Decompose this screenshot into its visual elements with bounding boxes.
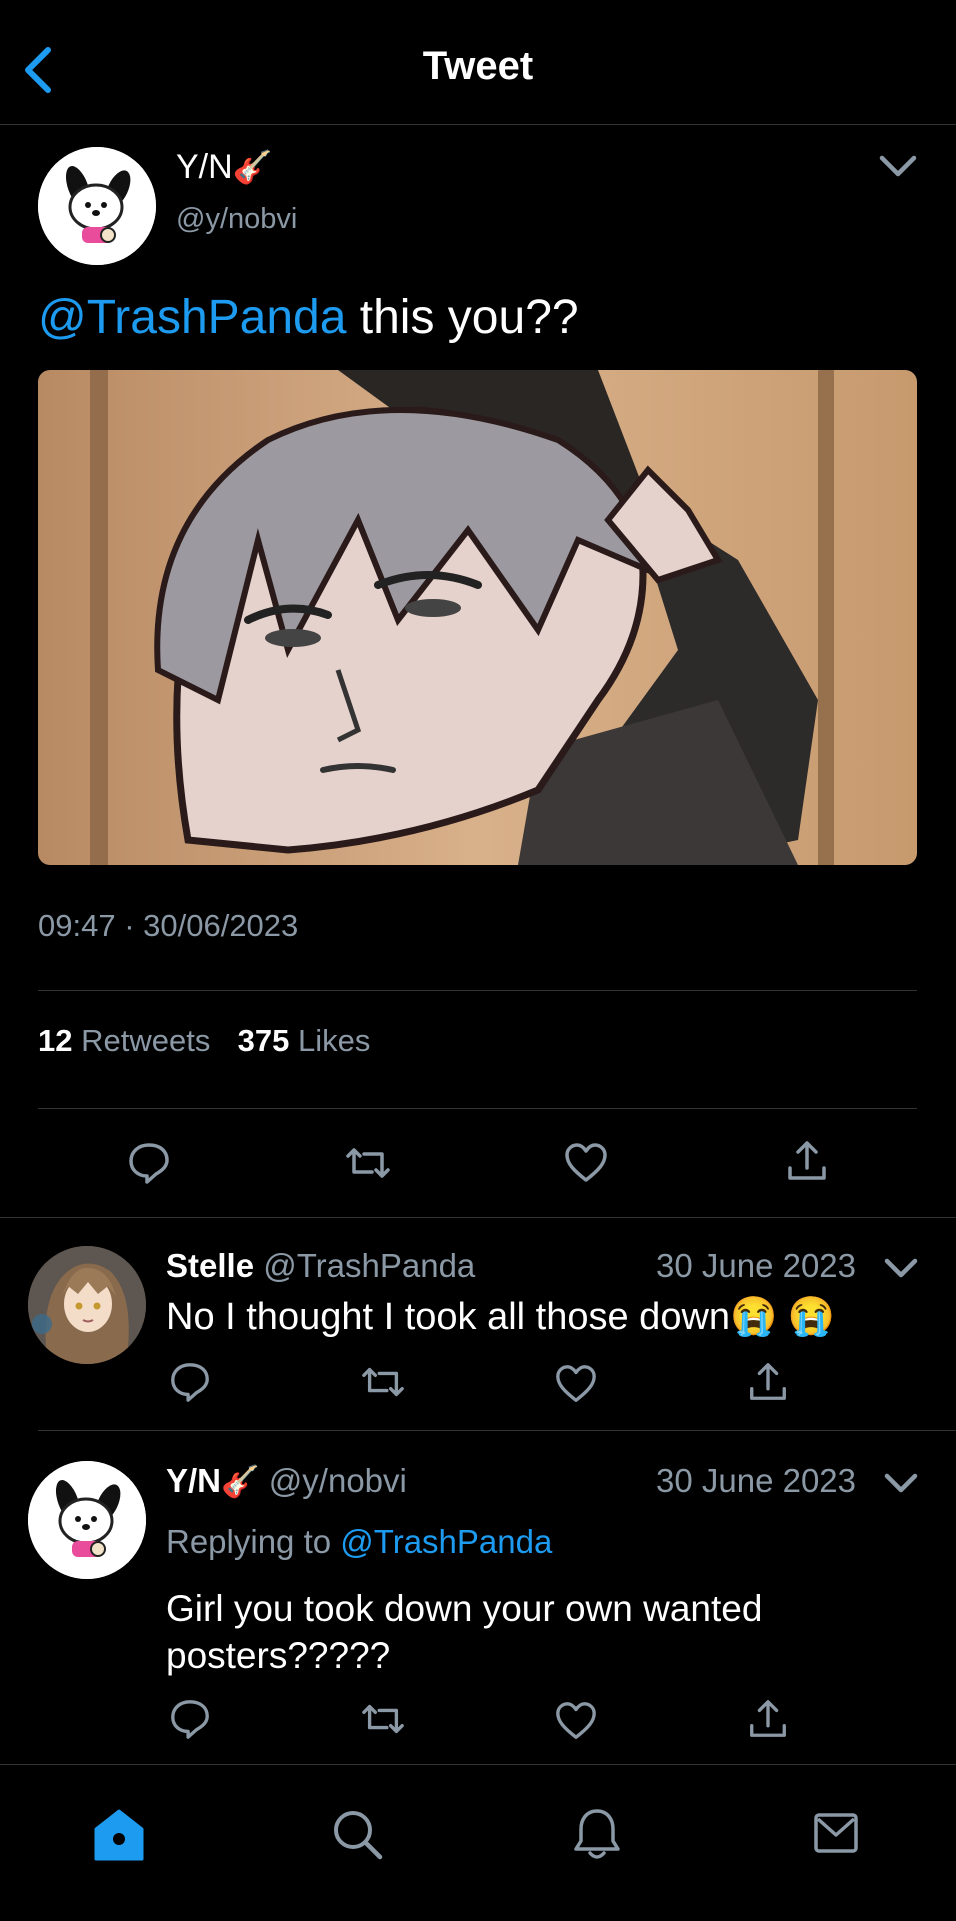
author-handle[interactable]: @y/nobvi — [269, 1462, 407, 1499]
display-name: Y/N — [176, 148, 233, 186]
mention-link[interactable]: @TrashPanda — [340, 1523, 552, 1560]
search-icon[interactable] — [330, 1807, 384, 1861]
divider — [38, 990, 917, 991]
reply-icon[interactable] — [168, 1697, 212, 1741]
avatar[interactable] — [28, 1461, 146, 1579]
notifications-icon[interactable] — [572, 1805, 622, 1863]
guitar-emoji: 🎸 — [232, 149, 273, 185]
reply-text: Girl you took down your own wanted poste… — [166, 1588, 763, 1676]
divider — [38, 1108, 917, 1109]
chevron-down-icon[interactable] — [878, 150, 918, 180]
tweet-body: this you?? — [346, 291, 579, 344]
mention-link[interactable]: @TrashPanda — [38, 291, 346, 344]
retweet-icon[interactable] — [360, 1360, 406, 1404]
avatar[interactable] — [28, 1246, 146, 1364]
retweets-count: 12 — [38, 1023, 73, 1058]
reply-text: No I thought I took all those down😭 😭 — [166, 1296, 836, 1338]
share-icon[interactable] — [746, 1697, 790, 1741]
replying-prefix: Replying to — [166, 1523, 341, 1560]
page-title: Tweet — [422, 44, 534, 88]
avatar[interactable] — [38, 147, 156, 265]
messages-icon[interactable] — [812, 1809, 860, 1857]
guitar-emoji: 🎸 — [221, 1464, 260, 1499]
author-name[interactable]: Y/N🎸 — [176, 148, 273, 187]
replying-to: Replying to @TrashPanda — [166, 1523, 552, 1561]
like-icon[interactable] — [563, 1140, 609, 1186]
like-icon[interactable] — [554, 1699, 598, 1743]
anime-girl-avatar-icon — [28, 1246, 146, 1364]
reply-date: 30 June 2023 — [656, 1462, 857, 1499]
likes-count: 375 — [237, 1023, 290, 1058]
share-icon[interactable] — [746, 1360, 790, 1404]
retweet-icon[interactable] — [360, 1697, 406, 1741]
dog-avatar-icon — [28, 1461, 146, 1579]
bottom-tab-bar — [0, 1764, 956, 1921]
chevron-down-icon[interactable] — [884, 1256, 918, 1280]
display-name[interactable]: Y/N — [166, 1462, 221, 1499]
reply-header: Y/N🎸 @y/nobvi — [166, 1462, 407, 1500]
chevron-down-icon[interactable] — [884, 1471, 918, 1495]
reply-header: Stelle @TrashPanda — [166, 1247, 475, 1285]
reply-icon[interactable] — [168, 1360, 212, 1404]
share-icon[interactable] — [784, 1138, 830, 1184]
home-icon[interactable] — [92, 1807, 146, 1863]
tweet-image[interactable] — [38, 370, 917, 865]
author-handle[interactable]: @TrashPanda — [263, 1247, 475, 1284]
dog-avatar-icon — [38, 147, 156, 265]
divider — [0, 1217, 956, 1218]
display-name[interactable]: Stelle — [166, 1247, 254, 1284]
author-handle[interactable]: @y/nobvi — [176, 203, 297, 236]
tweet-text: @TrashPanda this you?? — [38, 290, 579, 345]
engagement-stats: 12 Retweets 375 Likes — [38, 1023, 370, 1059]
reply-date: 30 June 2023 — [656, 1247, 857, 1284]
divider — [38, 1430, 956, 1431]
like-icon[interactable] — [554, 1362, 598, 1406]
retweets-label[interactable]: Retweets — [81, 1023, 210, 1058]
tweet-timestamp: 09:47 · 30/06/2023 — [38, 908, 299, 943]
anime-poster-illustration — [38, 370, 917, 865]
likes-label[interactable]: Likes — [298, 1023, 370, 1058]
top-bar: Tweet — [0, 0, 956, 125]
retweet-icon[interactable] — [344, 1140, 392, 1186]
reply-icon[interactable] — [126, 1140, 172, 1186]
